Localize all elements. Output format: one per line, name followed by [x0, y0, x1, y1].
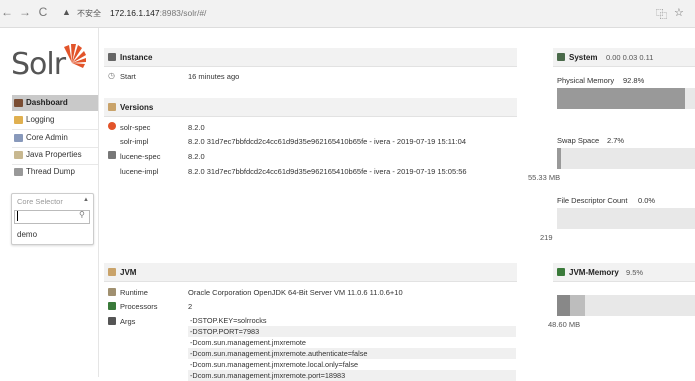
- jvm-icon: [108, 268, 116, 276]
- solr-icon: [108, 122, 116, 130]
- runtime-icon: [108, 288, 116, 296]
- jvm-memory-icon: [557, 268, 565, 276]
- start-value: 16 minutes ago: [188, 72, 240, 81]
- search-icon[interactable]: ⚲: [79, 210, 85, 219]
- version-label: lucene-spec: [120, 152, 161, 161]
- processors-value: 2: [188, 302, 193, 311]
- sidebar-item-label: Logging: [26, 115, 55, 124]
- sidebar-item-label: Thread Dump: [26, 167, 75, 176]
- sidebar-item-label: Core Admin: [26, 133, 68, 142]
- sidebar-item-java-properties[interactable]: Java Properties: [12, 147, 98, 163]
- fd-pct: 0.0%: [638, 196, 656, 205]
- logging-icon: [14, 115, 23, 124]
- version-value: 8.2.0 31d7ec7bbfdcd2c4cc61d9d35e96216541…: [188, 137, 467, 146]
- system-load: 0.00 0.03 0.11: [606, 53, 654, 62]
- version-label: solr-spec: [120, 123, 151, 132]
- fd-bar: [557, 208, 695, 229]
- forward-icon[interactable]: →: [18, 5, 32, 19]
- url-path: :8983/solr/#/: [159, 8, 207, 18]
- solr-logo-text[interactable]: Solr: [11, 47, 66, 82]
- arg-row: -DSTOP.KEY=solrrocks: [190, 316, 267, 325]
- chevron-up-icon[interactable]: ▲: [83, 197, 89, 203]
- sidebar-item-thread-dump[interactable]: Thread Dump: [12, 164, 98, 180]
- swap-bar: [557, 148, 695, 169]
- jvm-memory-used-fill: [557, 295, 570, 316]
- version-value: 8.2.0: [188, 152, 205, 161]
- core-option-demo[interactable]: demo: [17, 230, 37, 239]
- sidebar-item-logging[interactable]: Logging: [12, 112, 98, 128]
- sidebar-item-label: Java Properties: [26, 150, 82, 159]
- versions-icon: [108, 103, 116, 111]
- physical-memory-pct: 92.8%: [623, 76, 645, 85]
- warning-icon[interactable]: ▲: [62, 7, 71, 17]
- arg-row: -Dcom.sun.management.jmxremote.local.onl…: [190, 360, 359, 369]
- fd-side-value: 219: [540, 233, 553, 242]
- swap-pct: 2.7%: [607, 136, 625, 145]
- processors-icon: [108, 302, 116, 310]
- swap-side-value: 55.33 MB: [528, 173, 561, 182]
- physical-memory-bar-fill: [557, 88, 685, 109]
- arg-row: -Dcom.sun.management.jmxremote.authentic…: [188, 348, 516, 359]
- versions-panel-header: [104, 98, 517, 117]
- arg-row: -DSTOP.PORT=7983: [188, 326, 516, 337]
- back-icon[interactable]: ←: [0, 5, 14, 19]
- args-label: Args: [120, 317, 136, 326]
- sidebar-item-core-admin[interactable]: Core Admin: [12, 130, 98, 146]
- version-value: 8.2.0: [188, 123, 205, 132]
- jvm-panel-header: [104, 263, 517, 282]
- instance-panel-header: [104, 48, 517, 67]
- thread-dump-icon: [14, 167, 23, 176]
- dashboard-icon: [14, 98, 23, 107]
- jvm-memory-bar: [557, 295, 695, 316]
- swap-label: Swap Space: [557, 136, 600, 145]
- version-label: lucene-impl: [120, 167, 159, 176]
- text-caret: [17, 211, 18, 221]
- instance-icon: [108, 53, 116, 61]
- runtime-value: Oracle Corporation OpenJDK 64-Bit Server…: [188, 288, 403, 297]
- core-admin-icon: [14, 133, 23, 142]
- jvm-title: JVM: [120, 268, 137, 277]
- insecure-label[interactable]: 不安全: [77, 8, 101, 19]
- processors-label: Processors: [120, 302, 158, 311]
- url-host: 172.16.1.147: [110, 8, 160, 18]
- jvm-memory-pct: 9.5%: [626, 268, 644, 277]
- arg-row: -Dcom.sun.management.jmxremote: [190, 338, 306, 347]
- versions-title: Versions: [120, 103, 154, 112]
- java-properties-icon: [14, 150, 23, 159]
- version-label: solr-impl: [120, 137, 149, 146]
- browser-toolbar: [0, 0, 695, 28]
- physical-memory-label: Physical Memory: [557, 76, 615, 85]
- instance-title: Instance: [120, 53, 153, 62]
- translate-icon[interactable]: ⿻: [656, 6, 667, 22]
- lucene-icon: [108, 151, 116, 159]
- sidebar-item-label: Dashboard: [26, 98, 68, 107]
- jvm-memory-side-value: 48.60 MB: [548, 320, 581, 329]
- clock-icon: ◷: [108, 71, 115, 80]
- core-selector-label[interactable]: Core Selector: [17, 197, 63, 206]
- solr-logo-icon[interactable]: [60, 41, 88, 71]
- physical-memory-bar: [557, 88, 695, 109]
- bookmark-star-icon[interactable]: ☆: [674, 6, 684, 19]
- args-icon: [108, 317, 116, 325]
- system-title: System: [569, 53, 598, 62]
- arg-row: -Dcom.sun.management.jmxremote.port=1898…: [188, 370, 516, 381]
- jvm-memory-title: JVM-Memory: [569, 268, 619, 277]
- system-icon: [557, 53, 565, 61]
- sidebar-item-dashboard[interactable]: Dashboard: [12, 95, 98, 111]
- reload-icon[interactable]: C: [36, 5, 50, 19]
- runtime-label: Runtime: [120, 288, 148, 297]
- version-value: 8.2.0 31d7ec7bbfdcd2c4cc61d9d35e96216541…: [188, 167, 467, 176]
- fd-label: File Descriptor Count: [557, 196, 628, 205]
- start-label: Start: [120, 72, 136, 81]
- swap-bar-fill: [557, 148, 561, 169]
- address-bar[interactable]: 172.16.1.147:8983/solr/#/: [110, 8, 206, 18]
